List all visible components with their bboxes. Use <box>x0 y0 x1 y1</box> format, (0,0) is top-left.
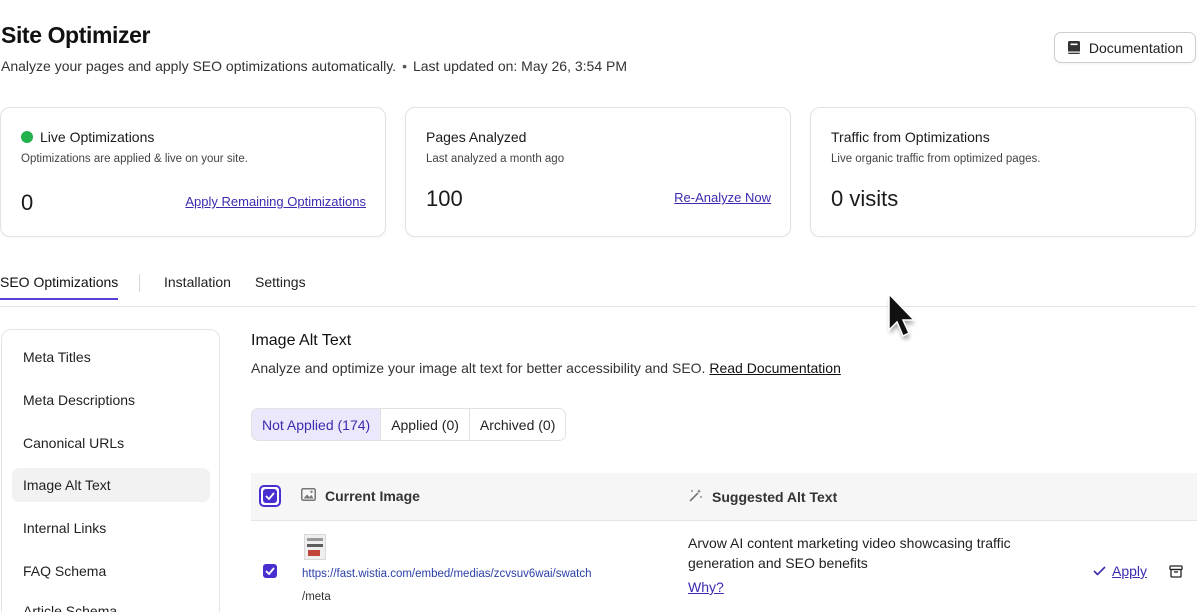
subtitle-text: Analyze your pages and apply SEO optimiz… <box>1 58 397 74</box>
column-current-image: Current Image <box>301 488 420 504</box>
sidebar-item-internal-links[interactable]: Internal Links <box>12 511 210 545</box>
section-description-text: Analyze and optimize your image alt text… <box>251 360 706 376</box>
sidebar-item-canonical-urls[interactable]: Canonical URLs <box>12 426 210 460</box>
column-current-image-label: Current Image <box>325 488 420 504</box>
read-documentation-link[interactable]: Read Documentation <box>709 360 841 376</box>
book-icon <box>1067 40 1081 55</box>
magic-wand-icon <box>688 488 703 506</box>
filter-applied[interactable]: Applied (0) <box>381 409 470 440</box>
image-icon <box>301 488 316 504</box>
apply-button[interactable]: Apply <box>1093 563 1147 579</box>
status-filter: Not Applied (174) Applied (0) Archived (… <box>251 408 567 441</box>
card-live-title-row: Live Optimizations <box>21 129 154 145</box>
column-suggested-alt-label: Suggested Alt Text <box>712 489 838 505</box>
section-description: Analyze and optimize your image alt text… <box>251 360 841 376</box>
documentation-label: Documentation <box>1088 39 1184 56</box>
page-title: Site Optimizer <box>1 22 151 48</box>
card-live-value: 0 <box>21 190 34 215</box>
card-pages-title: Pages Analyzed <box>426 129 527 145</box>
image-url[interactable]: https://fast.wistia.com/embed/medias/zcv… <box>302 568 592 580</box>
page-subtitle: Analyze your pages and apply SEO optimiz… <box>1 58 627 74</box>
reanalyze-link[interactable]: Re-Analyze Now <box>674 190 771 205</box>
sidebar-item-meta-titles[interactable]: Meta Titles <box>12 340 210 374</box>
card-traffic-value: 0 visits <box>831 186 899 211</box>
apply-remaining-link[interactable]: Apply Remaining Optimizations <box>185 194 366 209</box>
tab-installation[interactable]: Installation <box>164 274 231 298</box>
live-status-dot <box>21 131 33 143</box>
card-pages-analyzed: Pages Analyzed Last analyzed a month ago… <box>405 107 791 237</box>
card-traffic-desc: Live organic traffic from optimized page… <box>831 153 1041 165</box>
section-title: Image Alt Text <box>251 332 352 349</box>
select-all-checkbox[interactable] <box>259 485 281 507</box>
image-thumbnail[interactable] <box>304 534 326 560</box>
sidebar-item-image-alt-text[interactable]: Image Alt Text <box>12 468 210 502</box>
column-suggested-alt: Suggested Alt Text <box>688 488 837 506</box>
card-pages-desc: Last analyzed a month ago <box>426 153 565 165</box>
row-checkbox[interactable] <box>263 564 277 578</box>
checkbox-checked <box>263 489 277 503</box>
main-tabs: SEO Optimizations Installation Settings <box>0 274 1196 307</box>
sidebar-item-meta-descriptions[interactable]: Meta Descriptions <box>12 383 210 417</box>
filter-not-applied[interactable]: Not Applied (174) <box>252 409 382 440</box>
suggested-alt-text: Arvow AI content marketing video showcas… <box>688 535 1011 571</box>
apply-label: Apply <box>1112 563 1148 579</box>
tab-divider <box>139 274 140 292</box>
card-live-optimizations: Live Optimizations Optimizations are app… <box>0 107 386 237</box>
subtitle-separator: • <box>402 58 407 74</box>
filter-archived[interactable]: Archived (0) <box>470 409 565 440</box>
card-live-title: Live Optimizations <box>40 129 155 145</box>
card-live-desc: Optimizations are applied & live on your… <box>21 153 248 165</box>
card-traffic: Traffic from Optimizations Live organic … <box>810 107 1196 237</box>
tab-settings[interactable]: Settings <box>255 274 306 298</box>
why-link[interactable]: Why? <box>688 579 724 595</box>
documentation-button[interactable]: Documentation <box>1054 32 1196 63</box>
card-traffic-title: Traffic from Optimizations <box>831 129 990 145</box>
checkmark-icon <box>1093 563 1106 579</box>
card-pages-value: 100 <box>426 186 463 211</box>
last-updated: Last updated on: May 26, 3:54 PM <box>412 58 627 74</box>
table-header: Current Image Suggested Alt Text <box>251 473 1197 521</box>
tab-seo-optimizations[interactable]: SEO Optimizations <box>0 274 119 300</box>
page-path: /meta <box>302 591 331 603</box>
sidebar-item-article-schema[interactable]: Article Schema <box>12 594 210 612</box>
seo-sidebar: Meta Titles Meta Descriptions Canonical … <box>1 329 220 612</box>
table-row: https://fast.wistia.com/embed/medias/zcv… <box>251 522 1197 612</box>
archive-icon[interactable] <box>1169 565 1183 583</box>
mouse-cursor-icon <box>885 290 919 347</box>
sidebar-item-faq-schema[interactable]: FAQ Schema <box>12 554 210 588</box>
